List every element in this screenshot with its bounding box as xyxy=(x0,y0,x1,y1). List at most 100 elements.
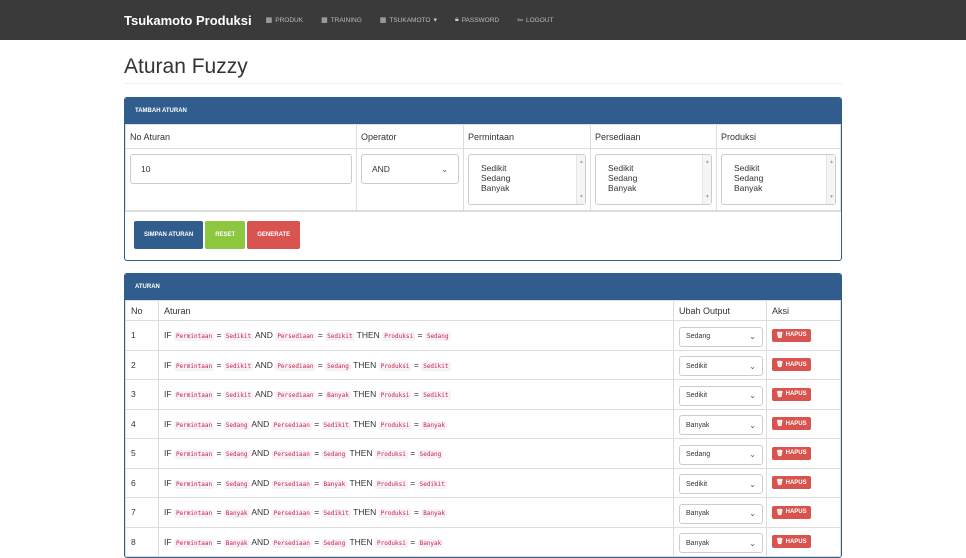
rule-no: 7 xyxy=(125,497,159,528)
nav-tsukamoto-dropdown[interactable]: ▦ TSUKAMOTO ▾ xyxy=(379,16,437,25)
scroll-up-icon[interactable]: ▲ xyxy=(579,157,584,167)
kw-if: IF xyxy=(164,418,172,429)
var-persediaan: Persediaan xyxy=(271,509,312,519)
output-select[interactable]: Banyak ⌄ xyxy=(679,533,763,554)
nav-logout[interactable]: ⇦ LOGOUT xyxy=(517,16,553,25)
nav-label: TSUKAMOTO xyxy=(389,16,431,24)
scrollbar[interactable]: ▲ ▼ xyxy=(826,155,835,204)
nav-training[interactable]: ▦ TRAINING xyxy=(321,16,362,25)
output-value: Sedang xyxy=(686,451,711,459)
scroll-up-icon[interactable]: ▲ xyxy=(829,157,834,167)
option[interactable]: Sedikit xyxy=(608,163,711,173)
value-permintaan: Banyak xyxy=(223,509,250,519)
output-value: Sedikit xyxy=(686,480,708,488)
output-select[interactable]: Banyak ⌄ xyxy=(679,415,763,436)
output-value: Banyak xyxy=(686,510,710,518)
kw-if: IF xyxy=(164,389,172,400)
scrollbar[interactable]: ▲ ▼ xyxy=(576,155,585,204)
panel-heading: ATURAN xyxy=(125,274,841,300)
kw-and: AND xyxy=(251,536,270,547)
delete-button[interactable]: 🗑︎ HAPUS xyxy=(772,476,811,490)
scroll-down-icon[interactable]: ▼ xyxy=(829,192,834,202)
option[interactable]: Sedang xyxy=(481,173,585,183)
rule-no: 4 xyxy=(125,408,159,439)
output-select[interactable]: Banyak ⌄ xyxy=(679,503,763,524)
value-persediaan: Sedang xyxy=(325,361,351,371)
reset-button[interactable]: RESET xyxy=(205,221,246,249)
output-select[interactable]: Sedang ⌄ xyxy=(679,326,763,347)
rules-table: No Aturan Ubah Output Aksi 1 IF Perminta… xyxy=(125,300,841,557)
rule-text: IF Permintaan = Sedang AND Persediaan = … xyxy=(158,408,674,439)
kw-if: IF xyxy=(164,330,172,341)
panel-heading: TAMBAH ATURAN xyxy=(125,98,841,124)
table-row: 8 IF Permintaan = Banyak AND Persediaan … xyxy=(125,526,841,557)
delete-button[interactable]: 🗑︎ HAPUS xyxy=(772,505,811,519)
var-persediaan: Persediaan xyxy=(271,538,312,548)
option[interactable]: Sedang xyxy=(734,173,835,183)
operator-select[interactable]: AND ⌄ xyxy=(361,154,459,184)
kw-and: AND xyxy=(251,507,270,518)
operator-value: AND xyxy=(372,164,390,174)
chevron-down-icon: ⌄ xyxy=(749,332,756,342)
persediaan-multiselect[interactable]: Sedikit Sedang Banyak ▲ ▼ xyxy=(595,154,712,205)
kw-then: THEN xyxy=(353,359,377,370)
output-select[interactable]: Sedang ⌄ xyxy=(679,444,763,465)
output-value: Sedikit xyxy=(686,392,708,400)
nav-produk[interactable]: ▦ PRODUK xyxy=(266,16,303,25)
scroll-down-icon[interactable]: ▼ xyxy=(705,192,710,202)
option[interactable]: Banyak xyxy=(734,183,835,193)
option[interactable]: Banyak xyxy=(481,183,585,193)
permintaan-multiselect[interactable]: Sedikit Sedang Banyak ▲ ▼ xyxy=(468,154,586,205)
no-aturan-input[interactable]: 10 xyxy=(130,154,352,184)
chevron-down-icon: ⌄ xyxy=(749,450,756,460)
nav-password[interactable]: 🔒︎ PASSWORD xyxy=(455,16,499,24)
output-select[interactable]: Sedikit ⌄ xyxy=(679,474,763,495)
scroll-up-icon[interactable]: ▲ xyxy=(705,157,710,167)
lock-icon: 🔒︎ xyxy=(454,16,459,23)
option[interactable]: Sedikit xyxy=(481,163,585,173)
generate-button[interactable]: GENERATE xyxy=(247,221,301,249)
table-row: 6 IF Permintaan = Sedang AND Persediaan … xyxy=(125,467,841,498)
value-persediaan: Sedang xyxy=(321,538,348,548)
output-value: Sedang xyxy=(686,333,711,341)
output-cell: Sedikit ⌄ xyxy=(673,467,767,498)
kw-and: AND xyxy=(251,418,270,429)
rule-text: IF Permintaan = Banyak AND Persediaan = … xyxy=(158,526,674,557)
output-cell: Sedang ⌄ xyxy=(673,438,767,469)
kw-if: IF xyxy=(164,448,172,459)
rule-text: IF Permintaan = Sedang AND Persediaan = … xyxy=(158,467,674,498)
var-persediaan: Persediaan xyxy=(275,391,316,401)
var-permintaan: Permintaan xyxy=(173,450,215,460)
delete-button[interactable]: 🗑︎ HAPUS xyxy=(772,387,811,401)
rules-panel: ATURAN No Aturan Ubah Output Aksi 1 IF P… xyxy=(124,273,842,558)
logout-icon: ⇦ xyxy=(517,17,524,24)
trash-icon: 🗑︎ xyxy=(776,391,784,398)
produksi-multiselect[interactable]: Sedikit Sedang Banyak ▲ ▼ xyxy=(721,154,836,205)
brand-link[interactable]: Tsukamoto Produksi xyxy=(124,13,252,28)
kw-then: THEN xyxy=(349,477,373,488)
value-persediaan: Sedang xyxy=(321,450,348,460)
option[interactable]: Banyak xyxy=(608,183,711,193)
value-produksi: Banyak xyxy=(421,420,447,430)
output-select[interactable]: Sedikit ⌄ xyxy=(679,385,763,406)
delete-button[interactable]: 🗑︎ HAPUS xyxy=(772,446,811,460)
delete-label: HAPUS xyxy=(785,391,807,398)
kw-then: THEN xyxy=(353,389,377,400)
var-produksi: Produksi xyxy=(374,538,408,548)
rule-text: IF Permintaan = Sedang AND Persediaan = … xyxy=(158,438,674,469)
option[interactable]: Sedang xyxy=(608,173,711,183)
delete-button[interactable]: 🗑︎ HAPUS xyxy=(772,358,811,372)
output-select[interactable]: Sedikit ⌄ xyxy=(679,356,763,377)
value-permintaan: Sedikit xyxy=(223,391,254,401)
delete-button[interactable]: 🗑︎ HAPUS xyxy=(772,328,811,342)
save-rule-button[interactable]: SIMPAN ATURAN xyxy=(134,221,204,249)
scrollbar[interactable]: ▲ ▼ xyxy=(702,155,711,204)
kw-and: AND xyxy=(251,477,270,488)
scroll-down-icon[interactable]: ▼ xyxy=(579,192,584,202)
delete-button[interactable]: 🗑︎ HAPUS xyxy=(772,417,811,431)
var-produksi: Produksi xyxy=(378,509,412,519)
rule-no: 8 xyxy=(125,526,159,557)
delete-button[interactable]: 🗑︎ HAPUS xyxy=(772,535,811,549)
option[interactable]: Sedikit xyxy=(734,163,835,173)
grid-icon: ▦ xyxy=(379,17,387,24)
